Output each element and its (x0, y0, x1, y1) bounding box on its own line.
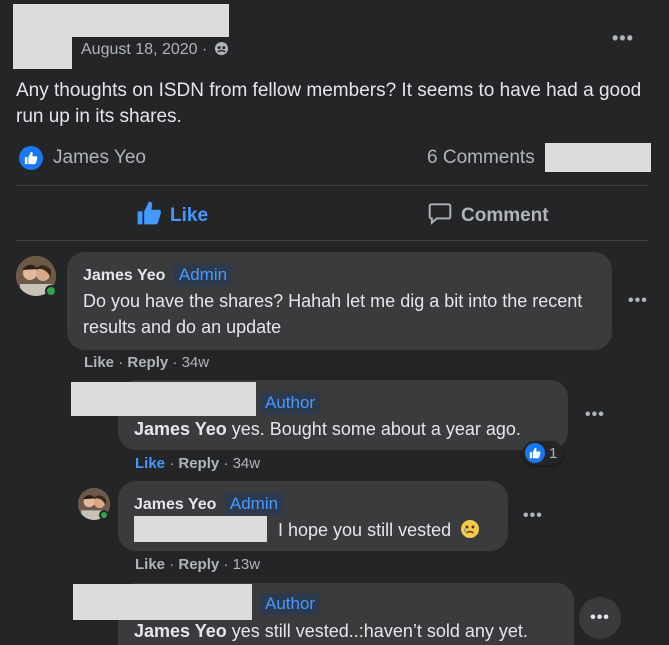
post-date[interactable]: August 18, 2020 · (81, 41, 229, 61)
reply-text: James Yeo yes still vested..:haven’t sol… (134, 621, 528, 641)
reply-actions: Like · Reply · 34w (135, 455, 261, 472)
divider-top (16, 185, 648, 186)
reply-link[interactable]: Reply (178, 455, 219, 472)
reply-actions: Like · Reply · 13w (135, 556, 261, 573)
comment-label: Comment (461, 205, 549, 226)
redacted-shares-count (545, 143, 651, 172)
redacted-mention (134, 516, 267, 542)
reply-link[interactable]: Reply (127, 354, 168, 371)
like-reaction-icon (525, 443, 545, 463)
sad-face-emoji-icon (460, 519, 480, 546)
commenter-name[interactable]: James Yeo (83, 267, 165, 284)
mention-james-yeo[interactable]: James Yeo (134, 419, 227, 439)
online-status-dot (45, 285, 57, 297)
comment-icon (427, 200, 453, 232)
online-status-dot (99, 510, 109, 520)
reactor-name[interactable]: James Yeo (53, 147, 146, 169)
reply-more-button[interactable]: ••• (585, 406, 605, 424)
like-button[interactable]: Like (136, 200, 208, 232)
post-text: Any thoughts on ISDN from fellow members… (16, 80, 642, 127)
comment-bubble: James Yeo Admin Do you have the shares? … (67, 252, 612, 350)
reply-link[interactable]: Reply (178, 556, 219, 573)
redacted-author-name (13, 4, 229, 37)
redacted-author-avatar (13, 37, 72, 69)
reply-more-button[interactable]: ••• (523, 507, 543, 525)
reply-more-button[interactable]: ••• (579, 597, 621, 639)
audience-icon (214, 41, 229, 61)
like-reaction-icon[interactable] (19, 146, 43, 170)
mention-james-yeo[interactable]: James Yeo (134, 621, 227, 641)
like-link[interactable]: Like (135, 455, 165, 472)
like-link[interactable]: Like (135, 556, 165, 573)
reply-text: I hope you still vested (278, 517, 480, 546)
like-link[interactable]: Like (84, 354, 114, 371)
comment-button[interactable]: Comment (427, 200, 549, 232)
comment-time[interactable]: 34w (182, 354, 210, 371)
thumbs-up-icon (136, 200, 162, 232)
redacted-replier-name (71, 382, 256, 416)
comment-text: Do you have the shares? Hahah let me dig… (83, 291, 583, 337)
admin-badge: Admin (173, 264, 233, 286)
post-more-button[interactable]: ••• (612, 28, 634, 49)
reply-time[interactable]: 34w (233, 455, 261, 472)
admin-badge: Admin (224, 493, 284, 515)
comments-count[interactable]: 6 Comments (427, 147, 535, 169)
author-badge: Author (260, 392, 321, 414)
reply-time[interactable]: 13w (233, 556, 261, 573)
like-label: Like (170, 205, 209, 226)
author-badge: Author (260, 593, 321, 615)
comment-more-button[interactable]: ••• (628, 292, 648, 310)
redacted-replier-name (73, 584, 252, 620)
reaction-count-pill[interactable]: 1 (523, 441, 564, 465)
reply-text: James Yeo yes. Bought some about a year … (134, 419, 521, 439)
comment-actions: Like · Reply · 34w (84, 354, 210, 371)
divider-bottom (16, 240, 648, 241)
reaction-count: 1 (549, 444, 558, 462)
commenter-name[interactable]: James Yeo (134, 496, 216, 513)
